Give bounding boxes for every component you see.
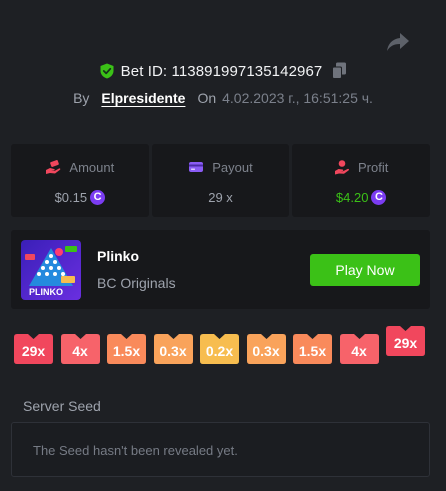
amount-label: Amount [69,159,115,175]
multiplier-label: 0.3x [159,343,187,359]
copy-icon[interactable] [331,62,347,80]
server-seed-value: The Seed hasn't been revealed yet. [33,443,238,458]
payout-value: 29 x [208,189,233,205]
multiplier-label: 0.3x [252,343,280,359]
multiplier-tag: 4x [60,334,100,364]
amount-value-row: $0.15 C [55,188,106,206]
payout-label: Payout [212,159,253,175]
multiplier-tag: 0.3x [246,334,286,364]
payout-card: Payout 29 x [151,144,290,217]
multiplier-label: 0.2x [205,343,234,359]
bet-id-value: 113891997135142967 [171,62,323,80]
profit-label: Profit [358,159,389,175]
verified-shield-icon [100,63,114,79]
multiplier-label: 29x [393,335,418,351]
profit-header: Profit [334,159,388,175]
game-card: PLINKO Plinko BC Originals Play Now [11,230,430,309]
multiplier-label: 1.5x [298,343,327,359]
bet-date: 4.02.2023 г., 16:51:25 ч. [222,90,373,106]
multiplier-label: 4x [72,343,88,359]
amount-header: Amount [45,159,114,175]
multiplier-tag: 1.5x [293,334,332,364]
game-name[interactable]: Plinko [97,248,139,264]
profit-card: Profit $4.20 C [292,144,431,217]
bet-id-text: Bet ID: 113891997135142967 [121,63,323,80]
multiplier-tag: 1.5x [107,334,146,364]
multiplier-tag: 29x [386,326,425,356]
share-icon[interactable] [386,31,410,53]
payout-header: Payout [188,159,253,175]
bcd-coin-icon: C [90,189,106,205]
bet-id-row: Bet ID: 113891997135142967 [0,62,446,80]
multiplier-tag: 29x [14,334,53,364]
thumbnail-title: PLINKO [29,287,63,297]
profit-value: $4.20 [335,189,369,205]
game-provider: BC Originals [97,275,176,291]
username-link[interactable]: Elpresidente [101,90,185,106]
server-seed-field[interactable]: The Seed hasn't been revealed yet. [11,422,430,477]
multiplier-label: 1.5x [112,343,141,359]
multiplier-tag: 0.2x [200,334,239,364]
multiplier-tag: 0.3x [153,334,193,364]
multiplier-tag: 4x [339,334,379,364]
multiplier-label: 4x [351,343,367,359]
bet-id-label: Bet ID: [120,62,168,80]
amount-card: Amount $0.15 C [11,144,149,217]
bcd-coin-icon: C [371,189,387,205]
on-label: On [197,90,217,106]
profit-value-row: $4.20 C [336,188,387,206]
money-hand-icon [46,160,61,174]
plinko-thumbnail-art: PLINKO [21,240,81,300]
multiplier-label: 29x [21,343,46,359]
server-seed-label: Server Seed [23,398,101,414]
by-label: By [73,90,90,106]
wallet-card-icon [189,162,204,172]
bet-author-row: By Elpresidente On 4.02.2023 г., 16:51:2… [0,90,446,106]
play-now-button[interactable]: Play Now [310,254,420,286]
plinko-thumbnail[interactable]: PLINKO [21,240,81,300]
profit-hand-icon [335,160,350,175]
amount-value: $0.15 [54,189,88,205]
bet-stats: Amount $0.15 C Payout 29 x Profit $4.20 … [11,144,431,217]
plinko-multiplier-row: 29x 4x 1.5x 0.3x 0.2x 0.3x 1.5x 4x 29x [14,326,430,366]
payout-value-row: 29 x [208,188,233,206]
